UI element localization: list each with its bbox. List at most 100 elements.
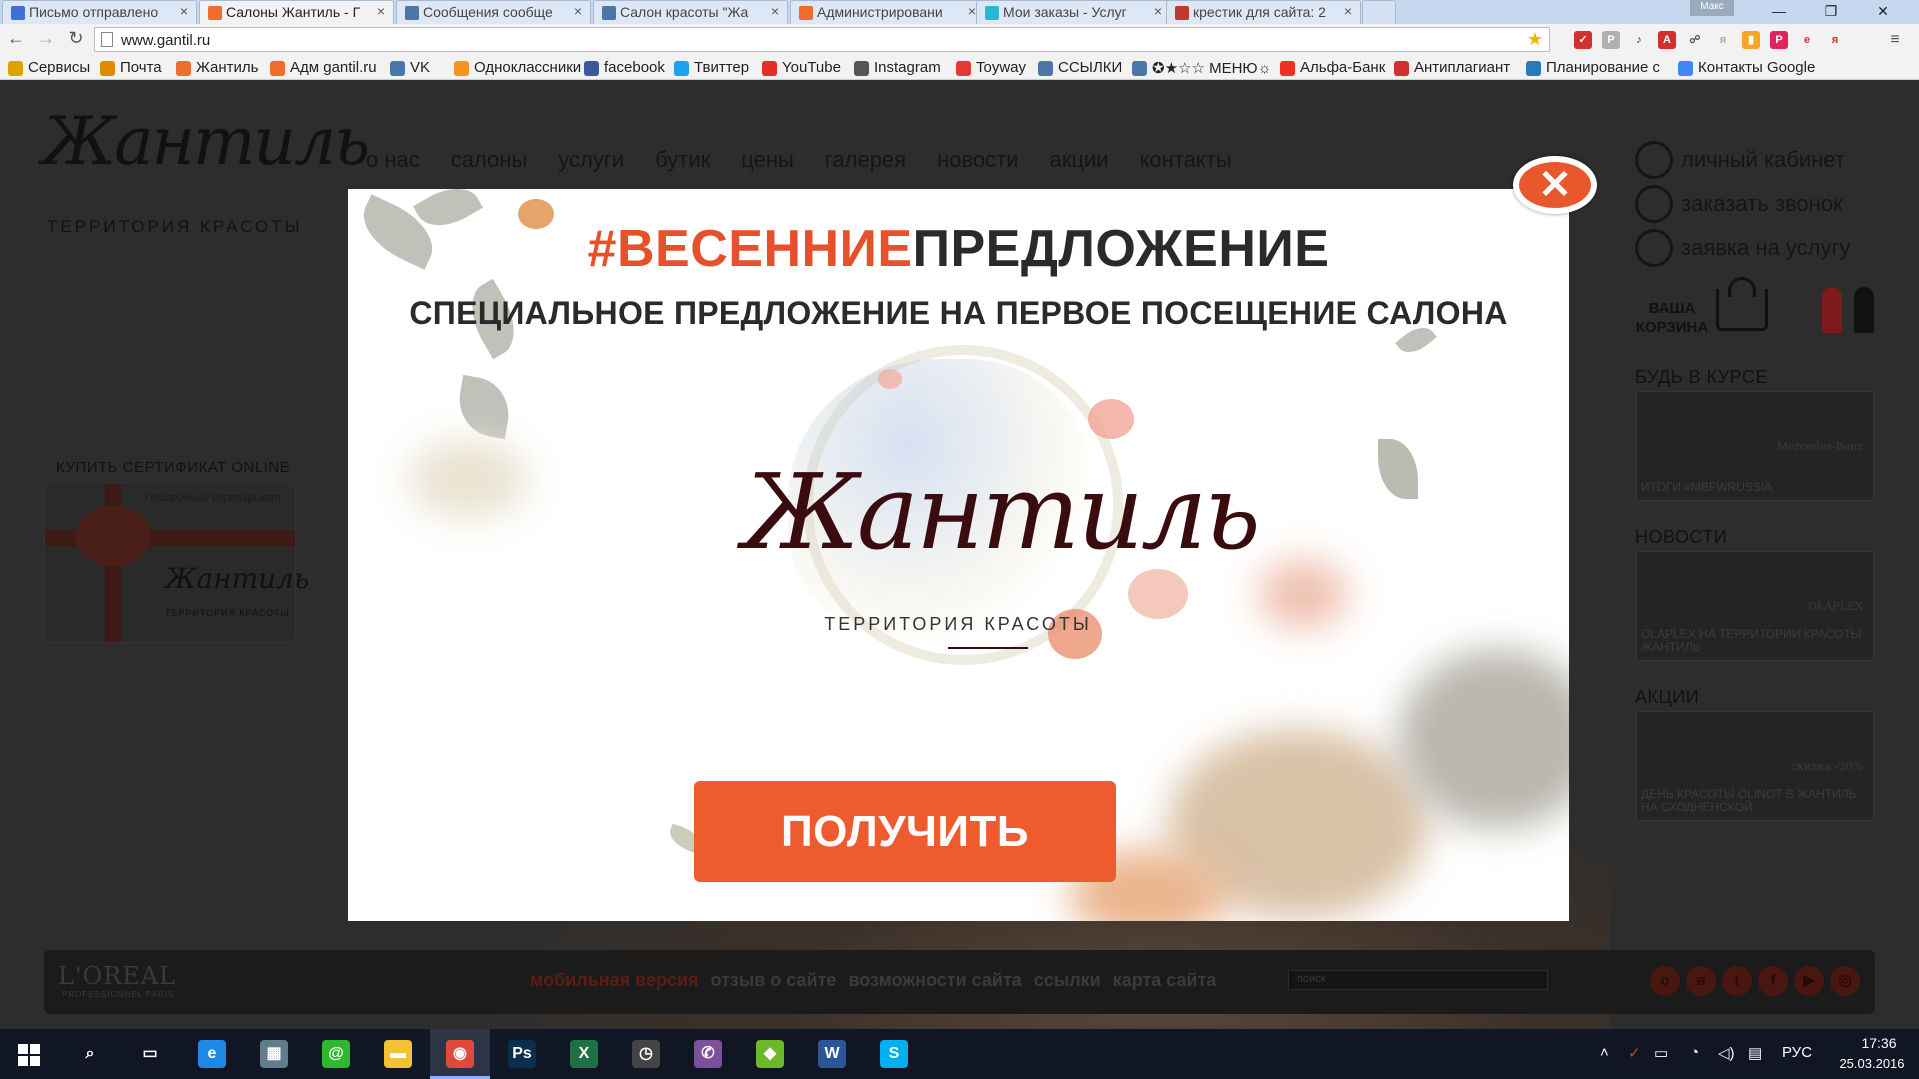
gift-certificate-card[interactable]: Подарочный сертификат Жантиль ТЕРРИТОРИЯ… [44,483,309,643]
extension-icon[interactable]: ☍ [1686,31,1704,49]
taskbar-app-photoshop[interactable]: Ps [492,1029,552,1079]
twitter-icon[interactable]: t [1722,966,1752,996]
bookmark-item[interactable]: ✪★☆☆ МЕНЮ☼ [1132,59,1271,77]
close-icon[interactable]: × [180,3,188,19]
nav-item-about[interactable]: о нас [366,147,420,173]
taskbar-app-store[interactable]: ▦ [244,1029,304,1079]
wifi-icon[interactable]: ◔ [1690,1044,1699,1061]
clock-date[interactable]: 25.03.2016 [1834,1056,1910,1071]
tab-2[interactable]: Салоны Жантиль - Г × [199,0,394,24]
taskbar-app-skype[interactable]: S [864,1029,924,1079]
close-icon[interactable]: × [377,3,385,19]
yandex-icon[interactable]: я [1826,31,1844,49]
modal-close-button[interactable]: ✕ [1513,156,1597,214]
bookmark-item[interactable]: Одноклассники [454,59,581,76]
nav-item-prices[interactable]: цены [741,147,794,173]
certificate-title[interactable]: КУПИТЬ СЕРТИФИКАТ ONLINE [56,459,290,476]
nav-item-contacts[interactable]: контакты [1140,147,1232,173]
close-icon[interactable]: × [968,3,976,19]
male-icon[interactable] [1854,287,1874,333]
new-tab-button[interactable] [1362,0,1396,24]
bookmark-item[interactable]: Планирование с [1526,59,1660,76]
tab-7[interactable]: крестик для сайта: 2 × [1166,0,1361,24]
bookmark-item[interactable]: Адм gantil.ru [270,59,377,76]
extension-icon[interactable]: e [1798,31,1816,49]
bookmark-item[interactable]: Instagram [854,59,941,76]
search-input[interactable]: поиск [1288,970,1548,990]
facebook-icon[interactable]: f [1758,966,1788,996]
close-icon[interactable]: × [1344,3,1352,19]
forward-arrow-icon[interactable]: → [34,28,58,52]
taskbar-app-explorer[interactable]: ▬ [368,1029,428,1079]
extension-icon[interactable]: ▮ [1742,31,1760,49]
taskbar-app-viber[interactable]: ✆ [678,1029,738,1079]
menu-icon[interactable]: ≡ [1886,31,1904,49]
footer-link-features[interactable]: возможности сайта [848,970,1021,991]
footer-link-sitemap[interactable]: карта сайта [1113,970,1217,991]
site-logo[interactable]: Жантиль [42,103,370,180]
windows-start-icon[interactable] [18,1044,40,1066]
taskbar-app-word[interactable]: W [802,1029,862,1079]
close-icon[interactable]: × [771,3,779,19]
get-gift-button[interactable]: ПОЛУЧИТЬ ПОДАРОК [694,781,1116,921]
language-indicator[interactable]: РУС [1782,1044,1812,1061]
adblock-icon[interactable]: A [1658,31,1676,49]
personal-account-link[interactable]: личный кабинет [1635,141,1845,179]
news-card[interactable]: скидка -20% ДЕНЬ КРАСОТЫ OLINOT В ЖАНТИЛ… [1636,711,1874,821]
bookmark-item[interactable]: VK [390,59,430,76]
extension-icon[interactable]: я [1714,31,1732,49]
nav-item-boutique[interactable]: бутик [655,147,710,173]
volume-icon[interactable]: ◁) [1718,1044,1735,1062]
bookmark-star-icon[interactable]: ★ [1527,29,1543,50]
extension-icon[interactable]: ♪ [1630,31,1648,49]
taskbar-app-excel[interactable]: X [554,1029,614,1079]
url-text[interactable]: www.gantil.ru [121,32,210,49]
bookmark-item[interactable]: ССЫЛКИ [1038,59,1122,76]
taskbar-app-alarm[interactable]: ◷ [616,1029,676,1079]
profile-badge[interactable]: Макс [1690,0,1734,16]
tab-5[interactable]: Администрировани × [790,0,985,24]
request-call-link[interactable]: заказать звонок [1635,185,1843,223]
battery-icon[interactable]: ▭ [1654,1044,1668,1062]
news-card[interactable]: Mercedes-Benz ИТОГИ #MBFWRUSSIA [1636,391,1874,501]
extension-icon[interactable]: ✓ [1574,31,1592,49]
nav-item-salons[interactable]: салоны [451,147,528,173]
bookmark-item[interactable]: Жантиль [176,59,258,76]
bookmark-item[interactable]: Твиттер [674,59,749,76]
window-close-button[interactable]: ✕ [1860,0,1906,24]
clock-time[interactable]: 17:36 [1849,1035,1909,1051]
instagram-icon[interactable]: ◎ [1830,966,1860,996]
service-request-link[interactable]: заявка на услугу [1635,229,1851,267]
bookmark-item[interactable]: facebook [584,59,665,76]
extension-icon[interactable]: P [1602,31,1620,49]
loreal-logo[interactable]: L'OREAL [58,962,176,990]
antivirus-icon[interactable]: ✓ [1628,1044,1641,1062]
bookmark-item[interactable]: Почта [100,59,162,76]
taskbar-app-bluestacks[interactable]: ◆ [740,1029,800,1079]
nav-item-services[interactable]: услуги [558,147,624,173]
youtube-icon[interactable]: ▶ [1794,966,1824,996]
cart-label[interactable]: ВАША КОРЗИНА [1634,299,1710,337]
address-bar[interactable]: www.gantil.ru ★ [94,27,1550,52]
nav-item-gallery[interactable]: галерея [825,147,906,173]
tab-6[interactable]: Мои заказы - Услуг × [976,0,1171,24]
tab-1[interactable]: Письмо отправлено × [2,0,197,24]
vk-icon[interactable]: в [1686,966,1716,996]
footer-link-mobile[interactable]: мобильная версия [530,970,699,991]
back-arrow-icon[interactable]: ← [4,28,28,52]
bookmark-item[interactable]: Toyway [956,59,1026,76]
taskbar-app-search[interactable]: ⌕ [60,1029,120,1079]
bookmark-item[interactable]: Антиплагиант [1394,59,1510,76]
pinterest-icon[interactable]: P [1770,31,1788,49]
news-card[interactable]: OLAPLEX OLAPLEX НА ТЕРРИТОРИИ КРАСОТЫ ЖА… [1636,551,1874,661]
footer-link-links[interactable]: ссылки [1034,970,1101,991]
reload-icon[interactable]: ↻ [64,28,88,52]
nav-item-news[interactable]: новости [937,147,1018,173]
basket-icon[interactable] [1716,289,1768,331]
taskbar-app-chrome[interactable]: ◉ [430,1029,490,1079]
close-icon[interactable]: × [574,3,582,19]
maximize-button[interactable]: ❐ [1808,0,1854,24]
minimize-button[interactable]: — [1756,0,1802,24]
taskbar-app-task-view[interactable]: ▭ [120,1029,180,1079]
chevron-up-icon[interactable]: ˄ [1600,1044,1609,1061]
